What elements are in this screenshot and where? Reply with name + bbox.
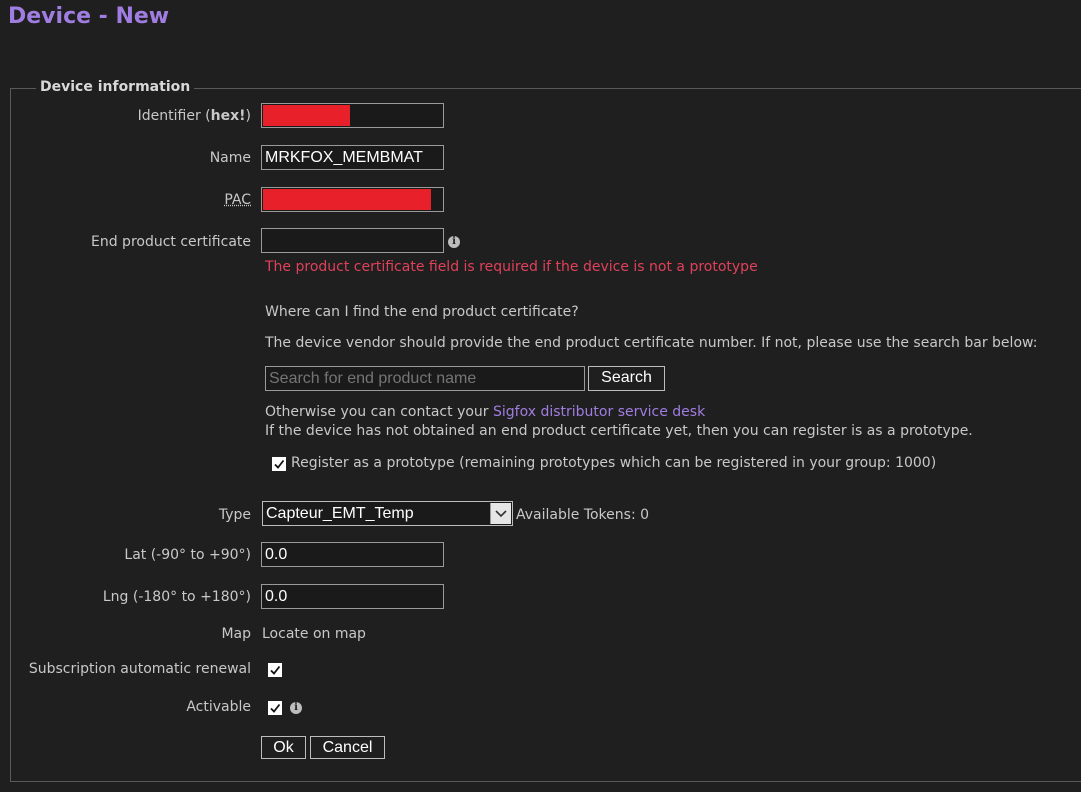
prototype-checkbox-label: Register as a prototype (remaining proto… [291, 455, 937, 471]
cancel-button[interactable]: Cancel [310, 736, 385, 759]
distributor-service-desk-link[interactable]: Sigfox distributor service desk [493, 404, 705, 420]
identifier-label: Identifier (hex!) [137, 108, 251, 124]
identifier-redaction [263, 105, 350, 126]
checkmark-icon [270, 665, 281, 675]
page-title: Device - New [8, 4, 170, 29]
lng-input[interactable]: 0.0 [261, 584, 444, 609]
locate-on-map-link[interactable]: Locate on map [262, 626, 366, 642]
lat-label: Lat (-90° to +90°) [124, 547, 251, 563]
pac-label: PAC [224, 192, 251, 208]
checkmark-icon [274, 459, 285, 469]
identifier-input[interactable] [261, 103, 444, 128]
certificate-help-link[interactable]: Where can I find the end product certifi… [265, 304, 579, 320]
name-label: Name [209, 150, 251, 166]
contact-text: Otherwise you can contact your Sigfox di… [265, 404, 706, 420]
fieldset-legend: Device information [36, 79, 195, 95]
renewal-label: Subscription automatic renewal [28, 661, 251, 677]
certificate-help-text: The device vendor should provide the end… [265, 335, 1038, 351]
certificate-input[interactable] [261, 228, 444, 253]
certificate-error: The product certificate field is require… [265, 259, 758, 275]
type-selected-value: Capteur_EMT_Temp [266, 505, 414, 522]
activable-label: Activable [186, 699, 251, 715]
pac-input[interactable] [261, 187, 444, 212]
activable-checkbox[interactable] [268, 701, 282, 715]
ok-button[interactable]: Ok [261, 736, 306, 759]
name-input[interactable]: MRKFOX_MEMBMAT [261, 145, 444, 170]
prototype-checkbox[interactable] [272, 457, 286, 471]
renewal-checkbox[interactable] [268, 663, 282, 677]
pac-redaction [263, 189, 432, 210]
available-tokens: Available Tokens: 0 [516, 507, 650, 523]
prototype-note: If the device has not obtained an end pr… [265, 423, 973, 439]
lat-input[interactable]: 0.0 [261, 542, 444, 567]
search-input[interactable] [265, 366, 585, 391]
certificate-label: End product certificate [91, 234, 251, 250]
type-label: Type [218, 507, 251, 523]
lng-label: Lng (-180° to +180°) [102, 589, 251, 605]
checkmark-icon [270, 703, 281, 713]
chevron-down-icon[interactable] [490, 503, 511, 524]
search-button[interactable]: Search [588, 366, 665, 391]
type-select[interactable]: Capteur_EMT_Temp [262, 501, 513, 526]
info-icon[interactable]: i [290, 702, 302, 714]
map-label: Map [221, 626, 251, 642]
info-icon[interactable]: i [448, 236, 460, 248]
